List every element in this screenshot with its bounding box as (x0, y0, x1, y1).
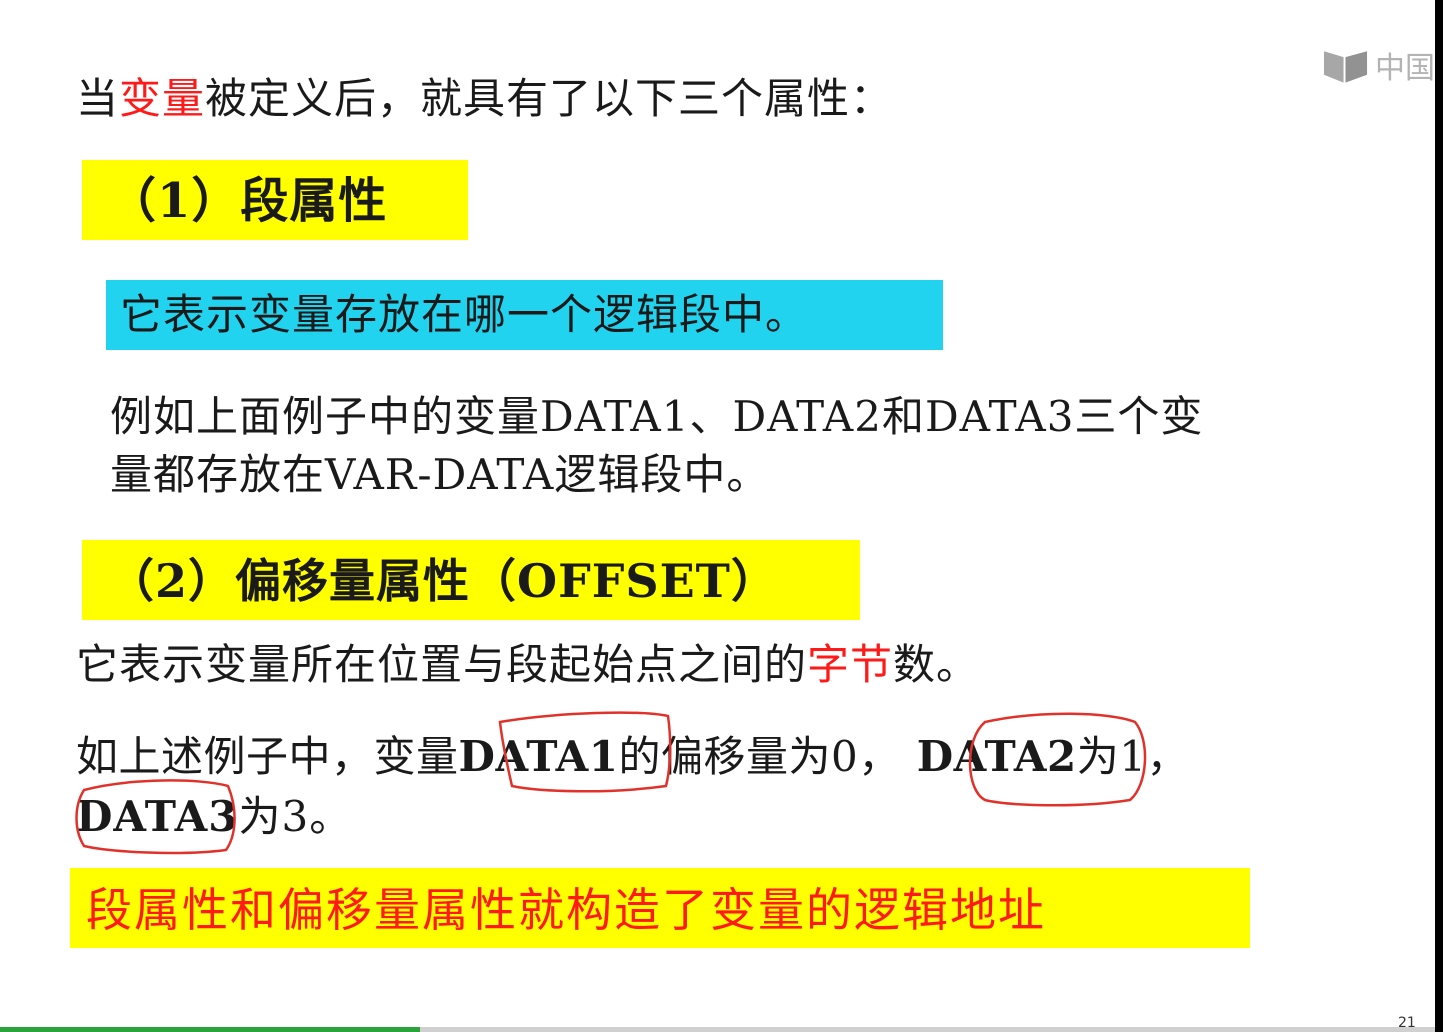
logo-text: 中国 (1375, 51, 1435, 86)
attr2-definition-suffix: 数。 (893, 640, 980, 689)
attr2-heading: （2）偏移量属性（OFFSET） (108, 554, 778, 608)
book-icon (1323, 51, 1368, 83)
attr1-example-line1: 例如上面例子中的变量DATA1、DATA2和DATA3三个变 (110, 392, 1204, 441)
attr2-example-data1: DATA1 (458, 732, 619, 781)
intro-highlight: 变量 (119, 74, 206, 123)
watermark-logo: 中国 (1322, 42, 1435, 88)
conclusion-text: 段属性和偏移量属性就构造了变量的逻辑地址 (86, 883, 1046, 937)
window-edge (1435, 0, 1443, 1032)
slide: 当变量被定义后，就具有了以下三个属性： （1）段属性 它表示变量存放在哪一个逻辑… (0, 0, 1435, 1031)
attr1-heading: （1）段属性 (108, 173, 388, 229)
attr2-definition-prefix: 它表示变量所在位置与段起始点之间的 (76, 640, 808, 689)
video-progress-fill (0, 1027, 420, 1032)
attr2-example-seg1: 如上述例子中，变量 (76, 732, 459, 781)
attr2-example-line2: DATA3为3。 (76, 788, 352, 846)
attr2-definition-highlight: 字节 (807, 640, 894, 689)
attr2-example-line1: 如上述例子中，变量DATA1的偏移量为0， DATA2为1， (76, 728, 1189, 786)
attr2-definition: 它表示变量所在位置与段起始点之间的字节数。 (76, 636, 979, 694)
attr2-example-data3: DATA3 (76, 792, 239, 841)
attr2-example-seg3: 的偏移量为0， (618, 732, 901, 781)
attr2-example-seg5: 为1， (1076, 732, 1189, 781)
intro-line: 当变量被定义后，就具有了以下三个属性： (76, 70, 893, 128)
attr2-example-seg7: 为3。 (238, 792, 353, 841)
intro-suffix: 被定义后，就具有了以下三个属性： (205, 74, 894, 123)
attr1-definition: 它表示变量存放在哪一个逻辑段中。 (120, 290, 809, 339)
attr2-example-data2: DATA2 (916, 732, 1077, 781)
attr1-example-line2: 量都存放在VAR-DATA逻辑段中。 (110, 450, 770, 499)
intro-prefix: 当 (76, 74, 120, 123)
